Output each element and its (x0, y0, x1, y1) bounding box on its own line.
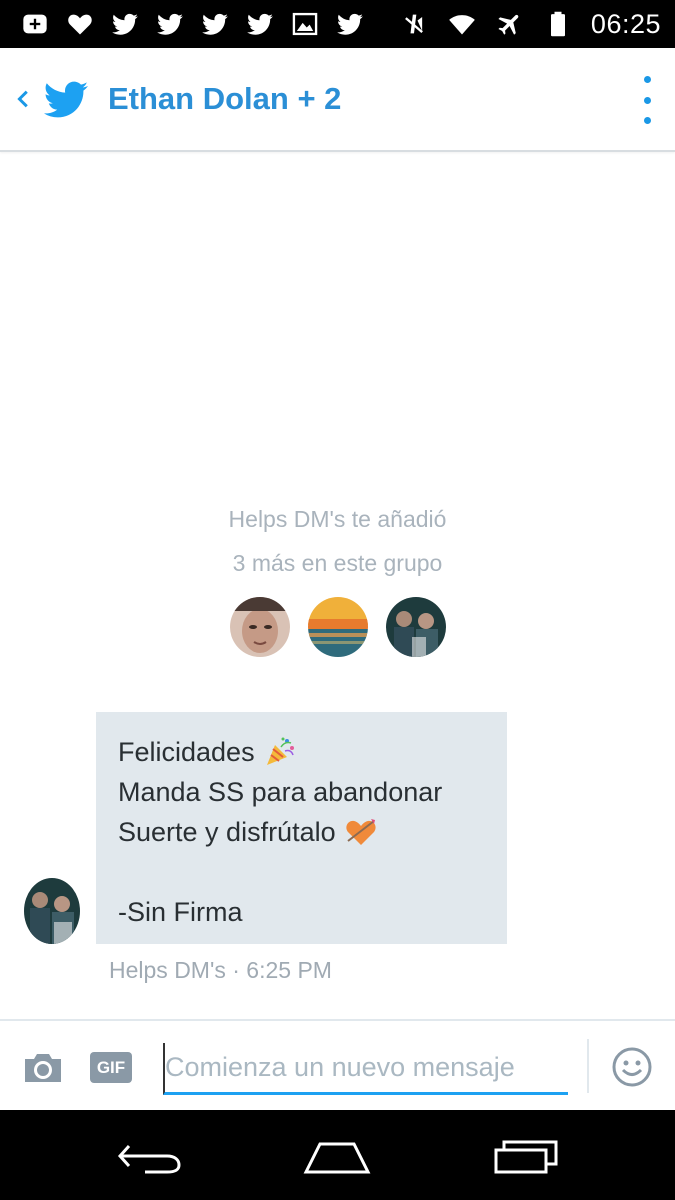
app-bar: Ethan Dolan + 2 (0, 48, 675, 152)
twitter-bird-icon (335, 9, 365, 39)
heart-icon (65, 9, 95, 39)
message-timestamp: Helps DM's · 6:25 PM (109, 957, 332, 983)
party-popper-icon (263, 735, 297, 769)
group-members-row[interactable] (0, 597, 675, 657)
message-line: -Sin Firma (118, 897, 243, 927)
image-icon (290, 9, 320, 39)
sender-avatar[interactable] (24, 878, 80, 944)
members-count-notice: 3 más en este grupo (232, 550, 443, 576)
airplane-icon (495, 9, 525, 39)
message-bubble[interactable]: Felicidades Manda SS para abandonar Suer… (96, 712, 507, 944)
twitter-bird-icon (110, 9, 140, 39)
home-nav-icon[interactable] (302, 1138, 372, 1178)
mute-icon (399, 9, 429, 39)
emoji-smiley-icon[interactable] (611, 1046, 653, 1088)
twitter-bird-icon (245, 9, 275, 39)
navigation-bar (0, 1110, 675, 1200)
message-line (118, 852, 485, 892)
add-box-icon (20, 9, 50, 39)
conversation-title[interactable]: Ethan Dolan + 2 (108, 81, 341, 117)
clock: 06:25 (590, 8, 661, 39)
message-line: Felicidades (118, 732, 485, 772)
member-avatar[interactable] (307, 597, 368, 657)
member-avatar[interactable] (229, 597, 290, 657)
recents-nav-icon[interactable] (492, 1138, 562, 1178)
back-nav-icon[interactable] (115, 1138, 185, 1178)
dot-icon (643, 96, 651, 104)
back-button[interactable] (8, 83, 40, 115)
system-icons: 06:25 (399, 9, 661, 40)
member-avatar[interactable] (385, 597, 446, 657)
added-by-notice: Helps DM's te añadió (228, 506, 447, 532)
status-bar: 06:25 (0, 0, 675, 48)
chevron-left-icon (17, 90, 28, 108)
message-input[interactable] (163, 1043, 568, 1095)
message-composer: GIF (0, 1019, 675, 1110)
message-line: Suerte y disfrútalo (118, 812, 485, 852)
dot-icon (643, 76, 651, 83)
wifi-icon (447, 9, 477, 39)
camera-icon[interactable] (22, 1051, 64, 1085)
dot-icon (643, 117, 651, 124)
orange-heart-arrow-icon (344, 815, 378, 849)
battery-icon (543, 9, 573, 39)
notification-icons (20, 9, 365, 39)
twitter-logo-icon (44, 81, 88, 118)
divider (587, 1039, 589, 1093)
twitter-bird-icon (155, 9, 185, 39)
gif-button[interactable]: GIF (90, 1052, 132, 1083)
twitter-bird-icon (200, 9, 230, 39)
message-line: Manda SS para abandonar (118, 777, 443, 807)
overflow-menu-button[interactable] (635, 76, 659, 124)
